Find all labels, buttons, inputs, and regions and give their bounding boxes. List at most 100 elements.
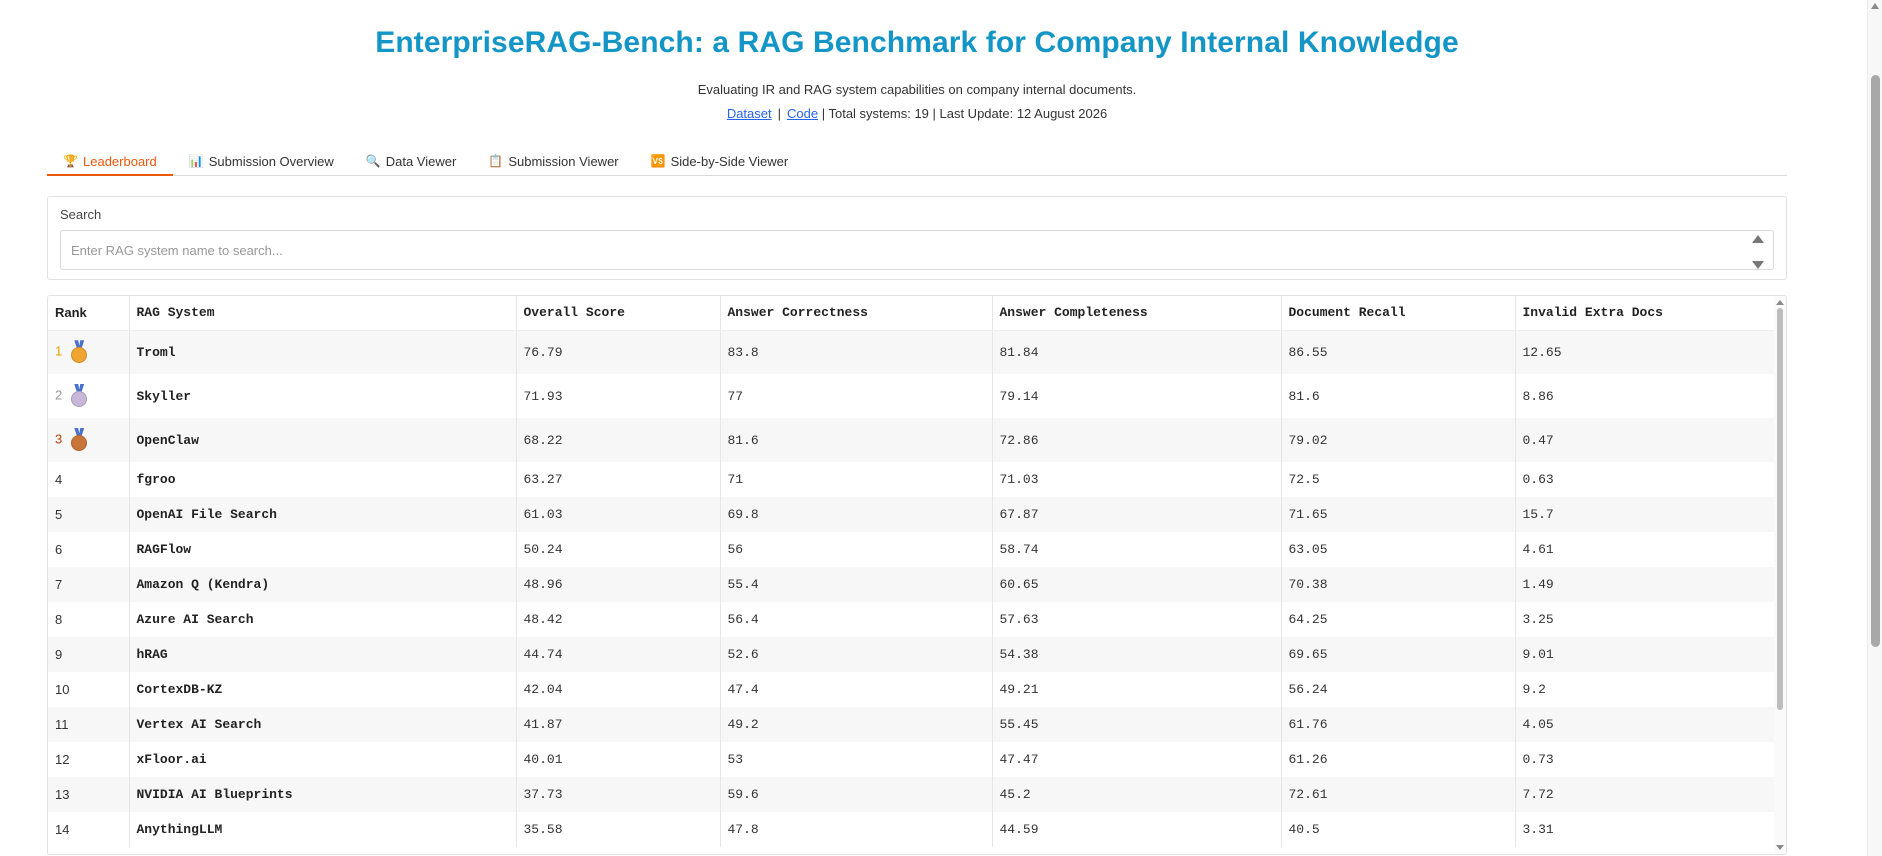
magnifier-icon: 🔍 <box>365 154 381 168</box>
code-link[interactable]: Code <box>787 106 818 121</box>
invalid-extra-docs: 3.25 <box>1515 602 1775 637</box>
invalid-extra-docs: 0.47 <box>1515 418 1775 462</box>
document-recall: 61.26 <box>1281 742 1516 777</box>
answer-correctness: 59.6 <box>720 777 993 812</box>
table-row[interactable]: 8 Azure AI Search 48.42 56.4 57.63 64.25… <box>48 602 1775 637</box>
tab-label: Side-by-Side Viewer <box>670 153 789 169</box>
answer-correctness: 47.4 <box>720 672 993 707</box>
document-recall: 63.05 <box>1281 532 1516 567</box>
compare-icon: 🆚 <box>650 154 666 168</box>
system-name: hRAG <box>129 637 517 672</box>
answer-completeness: 44.59 <box>992 812 1282 847</box>
scroll-up-icon[interactable] <box>1871 3 1879 9</box>
scrollbar-thumb[interactable] <box>1871 75 1880 647</box>
table-row[interactable]: 10 CortexDB-KZ 42.04 47.4 49.21 56.24 9.… <box>48 672 1775 707</box>
tab-bar: 🏆 Leaderboard 📊 Submission Overview 🔍 Da… <box>47 148 1787 176</box>
tab-leaderboard[interactable]: 🏆 Leaderboard <box>47 148 173 176</box>
invalid-extra-docs: 3.31 <box>1515 812 1775 847</box>
invalid-extra-docs: 1.49 <box>1515 567 1775 602</box>
column-header-document-recall[interactable]: Document Recall <box>1281 296 1516 331</box>
answer-correctness: 56.4 <box>720 602 993 637</box>
silver-medal-icon <box>70 384 88 408</box>
rank-number: 4 <box>48 462 130 497</box>
answer-completeness: 57.63 <box>992 602 1282 637</box>
leaderboard-table-panel: Rank RAG System Overall Score Answer Cor… <box>47 295 1787 855</box>
rank-number: 10 <box>48 672 130 707</box>
table-row[interactable]: 3 OpenClaw 68.22 81.6 72.86 79.02 0.47 <box>48 418 1775 462</box>
answer-correctness: 56 <box>720 532 993 567</box>
table-scrollbar-thumb[interactable] <box>1777 308 1783 710</box>
page-title: EnterpriseRAG-Bench: a RAG Benchmark for… <box>375 26 1459 59</box>
links-line: Dataset | Code | Total systems: 19 | Last … <box>47 106 1787 121</box>
tab-data-viewer[interactable]: 🔍 Data Viewer <box>350 147 473 175</box>
column-header-overall-score[interactable]: Overall Score <box>516 296 721 331</box>
invalid-extra-docs: 12.65 <box>1515 330 1775 374</box>
table-row[interactable]: 1 Troml 76.79 83.8 81.84 86.55 12.65 <box>48 330 1775 374</box>
table-row[interactable]: 6 RAGFlow 50.24 56 58.74 63.05 4.61 <box>48 532 1775 567</box>
dataset-link[interactable]: Dataset <box>727 106 772 121</box>
table-row[interactable]: 11 Vertex AI Search 41.87 49.2 55.45 61.… <box>48 707 1775 742</box>
table-row[interactable]: 13 NVIDIA AI Blueprints 37.73 59.6 45.2 … <box>48 777 1775 812</box>
caret-down-icon[interactable] <box>1752 261 1764 269</box>
column-header-rag-system[interactable]: RAG System <box>129 296 517 331</box>
answer-completeness: 58.74 <box>992 532 1282 567</box>
answer-completeness: 72.86 <box>992 418 1282 462</box>
answer-completeness: 54.38 <box>992 637 1282 672</box>
table-row[interactable]: 12 xFloor.ai 40.01 53 47.47 61.26 0.73 <box>48 742 1775 777</box>
rank-number: 6 <box>48 532 130 567</box>
search-spinner[interactable] <box>1752 235 1764 269</box>
search-panel: Search <box>47 196 1787 280</box>
overall-score: 37.73 <box>516 777 721 812</box>
scroll-up-icon[interactable] <box>1776 300 1784 305</box>
table-row[interactable]: 9 hRAG 44.74 52.6 54.38 69.65 9.01 <box>48 637 1775 672</box>
rank-number: 3 <box>55 431 63 447</box>
invalid-extra-docs: 15.7 <box>1515 497 1775 532</box>
invalid-extra-docs: 4.05 <box>1515 707 1775 742</box>
answer-correctness: 53 <box>720 742 993 777</box>
table-row[interactable]: 14 AnythingLLM 35.58 47.8 44.59 40.5 3.3… <box>48 812 1775 847</box>
column-header-answer-completeness[interactable]: Answer Completeness <box>992 296 1282 331</box>
table-row[interactable]: 7 Amazon Q (Kendra) 48.96 55.4 60.65 70.… <box>48 567 1775 602</box>
page-subtitle: Evaluating IR and RAG system capabilitie… <box>697 82 1137 97</box>
column-header-invalid-extra-docs[interactable]: Invalid Extra Docs <box>1515 296 1775 331</box>
system-name: CortexDB-KZ <box>129 672 517 707</box>
column-header-answer-correctness[interactable]: Answer Correctness <box>720 296 993 331</box>
table-scrollbar[interactable] <box>1774 296 1786 854</box>
answer-completeness: 55.45 <box>992 707 1282 742</box>
link-separator: | <box>777 106 782 121</box>
table-row[interactable]: 4 fgroo 63.27 71 71.03 72.5 0.63 <box>48 462 1775 497</box>
column-header-rank[interactable]: Rank <box>48 296 130 331</box>
document-recall: 71.65 <box>1281 497 1516 532</box>
document-recall: 72.61 <box>1281 777 1516 812</box>
clipboard-icon: 📋 <box>488 154 504 168</box>
answer-correctness: 83.8 <box>720 330 993 374</box>
rank-number: 7 <box>48 567 130 602</box>
bronze-medal-icon <box>70 428 88 452</box>
overall-score: 63.27 <box>516 462 721 497</box>
tab-side-by-side-viewer[interactable]: 🆚 Side-by-Side Viewer <box>635 147 805 175</box>
overall-score: 41.87 <box>516 707 721 742</box>
table-row[interactable]: 2 Skyller 71.93 77 79.14 81.6 8.86 <box>48 374 1775 418</box>
tab-label: Data Viewer <box>385 153 457 169</box>
answer-correctness: 71 <box>720 462 993 497</box>
document-recall: 69.65 <box>1281 637 1516 672</box>
table-row[interactable]: 5 OpenAI File Search 61.03 69.8 67.87 71… <box>48 497 1775 532</box>
rank-number: 9 <box>48 637 130 672</box>
overall-score: 40.01 <box>516 742 721 777</box>
system-name: AnythingLLM <box>129 812 517 847</box>
search-input[interactable] <box>60 230 1774 270</box>
tab-label: Submission Overview <box>208 153 334 169</box>
tab-submission-overview[interactable]: 📊 Submission Overview <box>173 147 350 175</box>
caret-up-icon[interactable] <box>1752 235 1764 243</box>
document-recall: 56.24 <box>1281 672 1516 707</box>
answer-completeness: 67.87 <box>992 497 1282 532</box>
document-recall: 64.25 <box>1281 602 1516 637</box>
invalid-extra-docs: 8.86 <box>1515 374 1775 418</box>
tab-submission-viewer[interactable]: 📋 Submission Viewer <box>472 147 634 175</box>
system-name: RAGFlow <box>129 532 517 567</box>
page-scrollbar[interactable] <box>1867 0 1882 856</box>
answer-correctness: 77 <box>720 374 993 418</box>
answer-correctness: 55.4 <box>720 567 993 602</box>
rank-cell: 2 <box>48 374 130 418</box>
scroll-down-icon[interactable] <box>1776 845 1784 850</box>
